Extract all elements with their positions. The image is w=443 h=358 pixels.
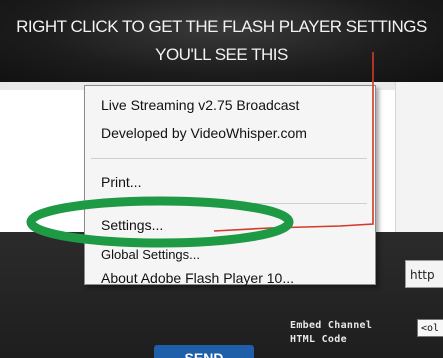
embed-code-field[interactable]: <ol: [417, 319, 443, 337]
menu-item-live-streaming[interactable]: Live Streaming v2.75 Broadcast: [101, 97, 299, 113]
menu-item-about-flash[interactable]: About Adobe Flash Player 10...: [101, 270, 294, 286]
embed-label-line-1: Embed Channel: [290, 320, 373, 331]
screenshot: RIGHT CLICK TO GET THE FLASH PLAYER SETT…: [0, 0, 443, 358]
menu-separator: [91, 203, 367, 204]
url-field[interactable]: http: [405, 260, 443, 288]
player-right-panel: [395, 82, 443, 232]
menu-separator: [91, 158, 367, 159]
instruction-line-1: RIGHT CLICK TO GET THE FLASH PLAYER SETT…: [16, 17, 427, 36]
embed-channel-label: Embed Channel HTML Code: [290, 319, 410, 347]
embed-label-line-2: HTML Code: [290, 334, 347, 345]
menu-item-developed-by[interactable]: Developed by VideoWhisper.com: [101, 125, 307, 141]
menu-item-global-settings[interactable]: Global Settings...: [101, 247, 200, 262]
instruction-line-2: YOU'LL SEE THIS: [155, 45, 288, 64]
menu-item-print[interactable]: Print...: [101, 174, 141, 190]
send-button[interactable]: SEND: [154, 345, 254, 358]
flash-context-menu: Live Streaming v2.75 Broadcast Developed…: [84, 85, 376, 286]
instruction-banner: RIGHT CLICK TO GET THE FLASH PLAYER SETT…: [0, 0, 443, 82]
menu-item-settings[interactable]: Settings...: [101, 217, 163, 233]
